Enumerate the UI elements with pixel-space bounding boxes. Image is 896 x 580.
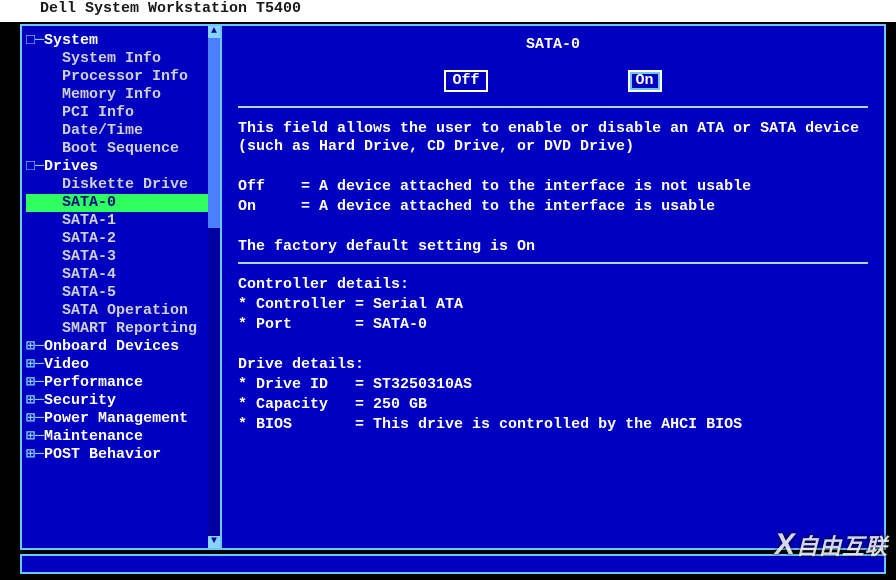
nav-category[interactable]: ⊞─Security [26, 392, 220, 410]
nav-category[interactable]: ⊞─Onboard Devices [26, 338, 220, 356]
nav-item[interactable]: PCI Info [26, 104, 220, 122]
drive-id-label: * Drive ID = [238, 376, 373, 393]
window-title: Dell System Workstation T5400 [0, 0, 896, 22]
nav-item[interactable]: Memory Info [26, 86, 220, 104]
row-on-val: = A device attached to the interface is … [301, 198, 715, 215]
footer-bar [20, 554, 886, 574]
capacity-label: * Capacity = [238, 396, 373, 413]
nav-category[interactable]: ⊞─Power Management [26, 410, 220, 428]
nav-category[interactable]: ⊞─Video [26, 356, 220, 374]
watermark-text: 自由互联 [796, 534, 888, 559]
watermark-x-icon: X [772, 528, 799, 562]
option-row: Off On [238, 70, 868, 92]
controller-title: Controller details: [238, 276, 868, 294]
nav-item[interactable]: Processor Info [26, 68, 220, 86]
nav-item[interactable]: Diskette Drive [26, 176, 220, 194]
scroll-thumb[interactable] [208, 38, 220, 228]
port-value: SATA-0 [373, 316, 427, 333]
separator [238, 106, 868, 108]
nav-category[interactable]: □─System [26, 32, 220, 50]
help-text: This field allows the user to enable or … [238, 120, 868, 256]
bios-frame: □─SystemSystem InfoProcessor InfoMemory … [20, 24, 886, 550]
row-off-key: Off [238, 178, 265, 195]
drive-title: Drive details: [238, 356, 868, 374]
nav-item[interactable]: SATA-4 [26, 266, 220, 284]
nav-category[interactable]: ⊞─Maintenance [26, 428, 220, 446]
controller-value: Serial ATA [373, 296, 463, 313]
nav-category[interactable]: ⊞─POST Behavior [26, 446, 220, 464]
nav-item[interactable]: SATA-3 [26, 248, 220, 266]
option-off[interactable]: Off [444, 70, 487, 92]
separator-2 [238, 262, 868, 264]
option-on[interactable]: On [628, 70, 662, 92]
help-intro: This field allows the user to enable or … [238, 120, 868, 156]
nav-scrollbar[interactable]: ▲ ▼ [208, 26, 220, 548]
nav-item[interactable]: SATA-5 [26, 284, 220, 302]
drive-id-value: ST3250310AS [373, 376, 472, 393]
nav-tree[interactable]: □─SystemSystem InfoProcessor InfoMemory … [22, 26, 222, 548]
nav-item[interactable]: SATA-0 [26, 194, 220, 212]
controller-details: Controller details: * Controller = Seria… [238, 276, 868, 434]
watermark: X自由互联 [775, 528, 888, 562]
bios-value: This drive is controlled by the AHCI BIO… [373, 416, 742, 433]
nav-item[interactable]: System Info [26, 50, 220, 68]
scroll-down-icon[interactable]: ▼ [208, 536, 220, 548]
nav-category[interactable]: ⊞─Performance [26, 374, 220, 392]
row-on-key: On [238, 198, 256, 215]
nav-item[interactable]: SMART Reporting [26, 320, 220, 338]
panel-heading: SATA-0 [238, 36, 868, 54]
controller-label: * Controller = [238, 296, 373, 313]
bios-label: * BIOS = [238, 416, 373, 433]
port-label: * Port = [238, 316, 373, 333]
nav-item[interactable]: SATA Operation [26, 302, 220, 320]
nav-item[interactable]: SATA-2 [26, 230, 220, 248]
nav-item[interactable]: SATA-1 [26, 212, 220, 230]
nav-item[interactable]: Date/Time [26, 122, 220, 140]
default-value: On [517, 238, 535, 255]
content-panel: SATA-0 Off On This field allows the user… [222, 26, 884, 548]
capacity-value: 250 GB [373, 396, 427, 413]
scroll-up-icon[interactable]: ▲ [208, 26, 220, 38]
nav-category[interactable]: □─Drives [26, 158, 220, 176]
default-prefix: The factory default setting is [238, 238, 517, 255]
row-off-val: = A device attached to the interface is … [301, 178, 751, 195]
nav-item[interactable]: Boot Sequence [26, 140, 220, 158]
